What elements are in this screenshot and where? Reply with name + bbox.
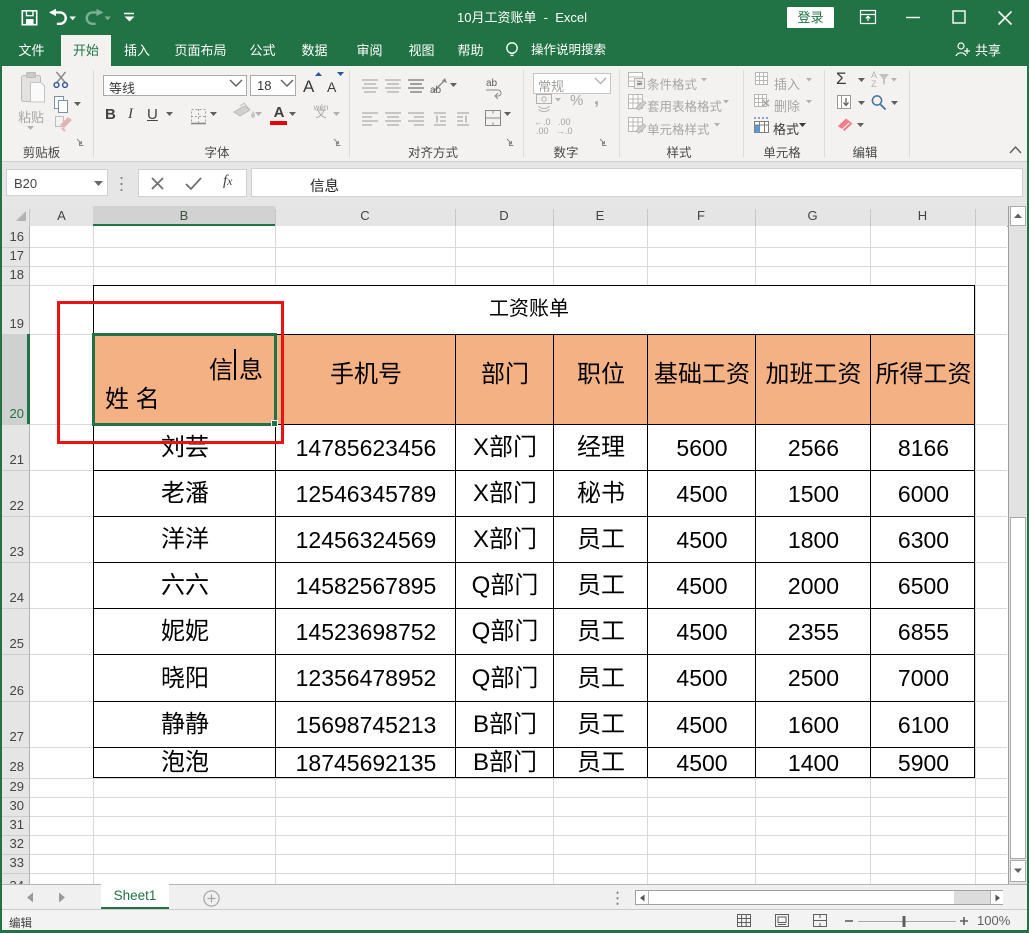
svg-text:Z: Z [871, 79, 877, 89]
svg-text:ab: ab [430, 85, 442, 96]
svg-text:→.0: →.0 [556, 126, 573, 136]
svg-text:A: A [327, 79, 337, 95]
svg-text:A: A [303, 77, 315, 96]
svg-text:ab: ab [486, 78, 498, 89]
svg-text:.00: .00 [536, 126, 549, 136]
